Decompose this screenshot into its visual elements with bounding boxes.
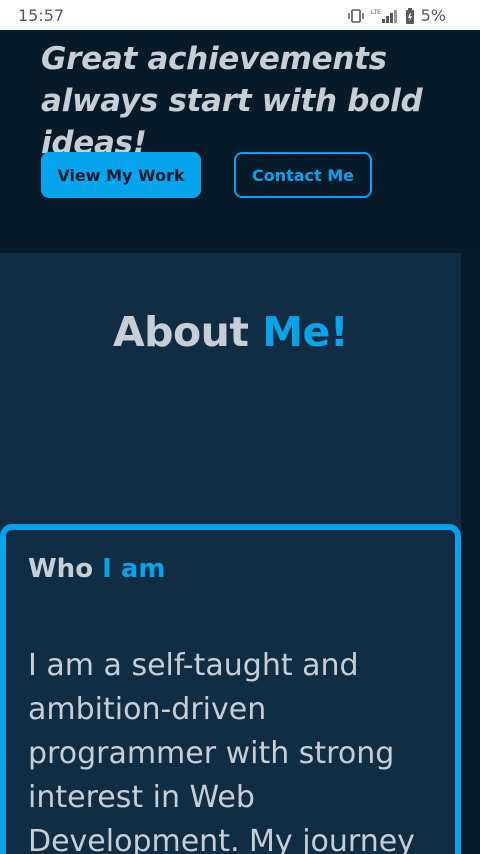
about-heading: About Me! bbox=[0, 308, 461, 356]
about-heading-plain: About bbox=[112, 308, 263, 356]
card-title-plain: Who bbox=[28, 554, 103, 584]
lte-label: LTE bbox=[371, 9, 381, 16]
lte-signal-icon: LTE bbox=[371, 8, 399, 24]
card-body-text: I am a self-taught and ambition-driven p… bbox=[28, 648, 415, 854]
vibrate-icon bbox=[347, 8, 365, 23]
battery-icon bbox=[405, 7, 415, 24]
status-bar: 15:57 LTE 5% bbox=[0, 0, 480, 30]
status-time: 15:57 bbox=[18, 6, 65, 25]
view-my-work-button[interactable]: View My Work bbox=[41, 152, 201, 198]
card-title-accent: I am bbox=[102, 554, 166, 584]
hero-section: Great achievements always start with bol… bbox=[0, 30, 480, 253]
hero-title: Great achievements always start with bol… bbox=[41, 41, 423, 161]
card-title: Who I am bbox=[28, 554, 165, 584]
who-i-am-card: Who I am I am a self-taught and ambition… bbox=[0, 524, 461, 854]
status-icons: LTE 5% bbox=[347, 6, 446, 25]
about-heading-accent: Me! bbox=[262, 308, 349, 356]
about-section: About Me! Who I am I am a self-taught an… bbox=[0, 253, 461, 854]
page-edge-strip bbox=[461, 253, 480, 854]
battery-percent: 5% bbox=[420, 6, 446, 25]
contact-me-button[interactable]: Contact Me bbox=[234, 152, 372, 198]
